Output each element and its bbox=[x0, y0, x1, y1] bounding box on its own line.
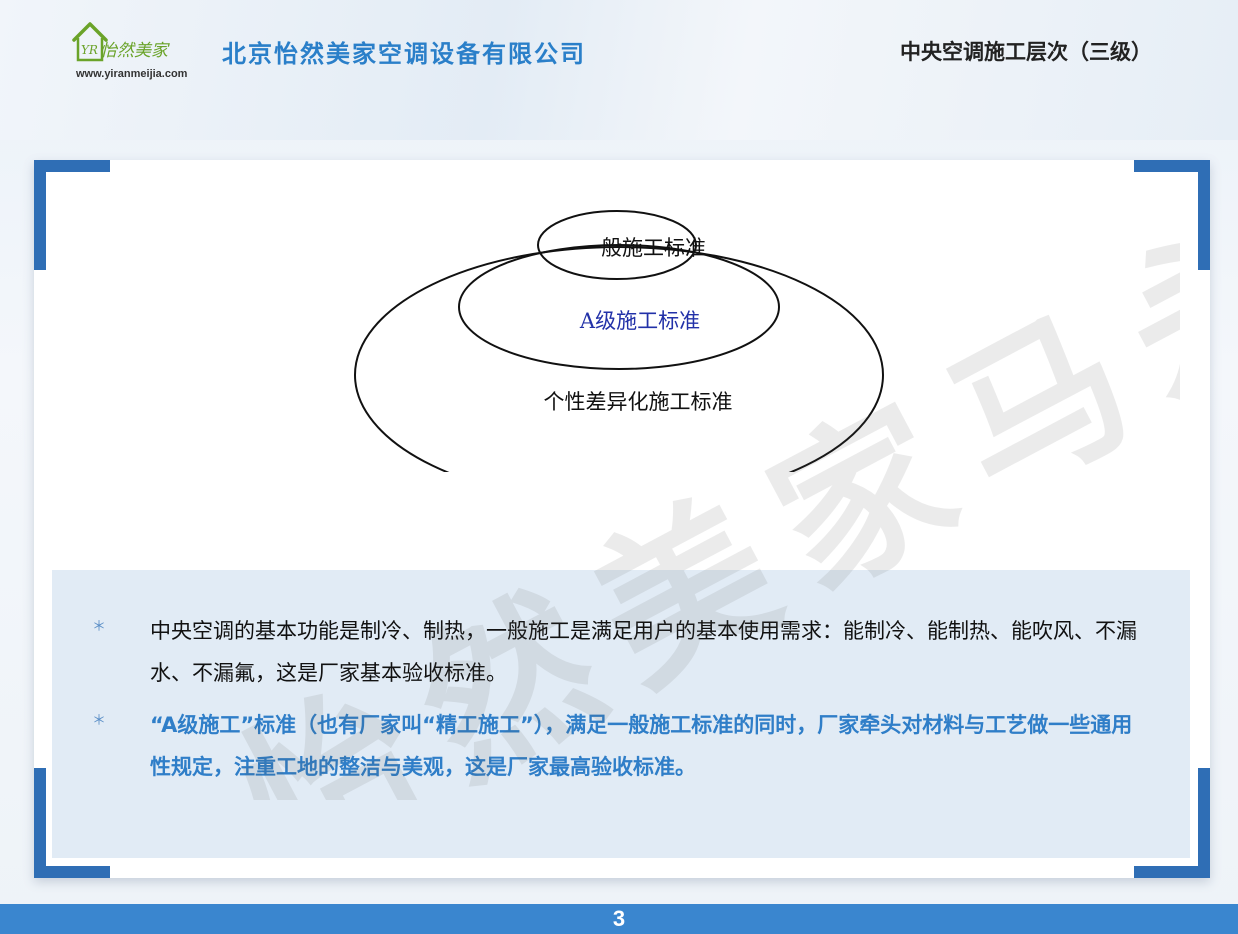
level-label-a-grade: A级施工标准 bbox=[579, 309, 701, 333]
level-label-custom: 个性差异化施工标准 bbox=[543, 390, 733, 414]
page-number: 3 bbox=[612, 906, 626, 931]
footer-bar: 3 bbox=[0, 904, 1238, 934]
bullet-text: 中央空调的基本功能是制冷、制热，一般施工是满足用户的基本使用需求：能制冷、能制热… bbox=[150, 619, 1137, 685]
bullet-item: ＊ 中央空调的基本功能是制冷、制热，一般施工是满足用户的基本使用需求：能制冷、能… bbox=[92, 610, 1152, 694]
nested-ellipse-diagram: 一般施工标准 A级施工标准 个性差异化施工标准 bbox=[354, 200, 894, 472]
ellipse-outer bbox=[354, 246, 884, 472]
bullet-item-highlight: ＊ “A级施工”标准（也有厂家叫“精工施工”），满足一般施工标准的同时，厂家牵头… bbox=[92, 704, 1152, 788]
corner-bracket-top-right bbox=[1134, 160, 1210, 270]
company-logo: YR 怡然美家 www.yiranmeijia.com bbox=[70, 18, 220, 82]
header-band: YR 怡然美家 www.yiranmeijia.com 北京怡然美家空调设备有限… bbox=[0, 0, 1238, 140]
level-label-general: 一般施工标准 bbox=[580, 236, 706, 260]
logo-mark-text: YR bbox=[81, 43, 98, 57]
logo-url: www.yiranmeijia.com bbox=[76, 68, 188, 80]
logo-script-text: 怡然美家 bbox=[100, 41, 168, 61]
description-box: ＊ 中央空调的基本功能是制冷、制热，一般施工是满足用户的基本使用需求：能制冷、能… bbox=[52, 570, 1190, 858]
bullet-asterisk-icon: ＊ bbox=[92, 713, 106, 729]
bullet-asterisk-icon: ＊ bbox=[92, 619, 106, 635]
slide-title: 中央空调施工层次（三级） bbox=[900, 40, 1152, 64]
bullet-text-highlight: “A级施工”标准（也有厂家叫“精工施工”），满足一般施工标准的同时，厂家牵头对材… bbox=[150, 713, 1133, 779]
content-panel: 一般施工标准 A级施工标准 个性差异化施工标准 ＊ 中央空调的基本功能是制冷、制… bbox=[34, 160, 1210, 878]
corner-bracket-top-left bbox=[34, 160, 110, 270]
company-name: 北京怡然美家空调设备有限公司 bbox=[222, 40, 586, 68]
